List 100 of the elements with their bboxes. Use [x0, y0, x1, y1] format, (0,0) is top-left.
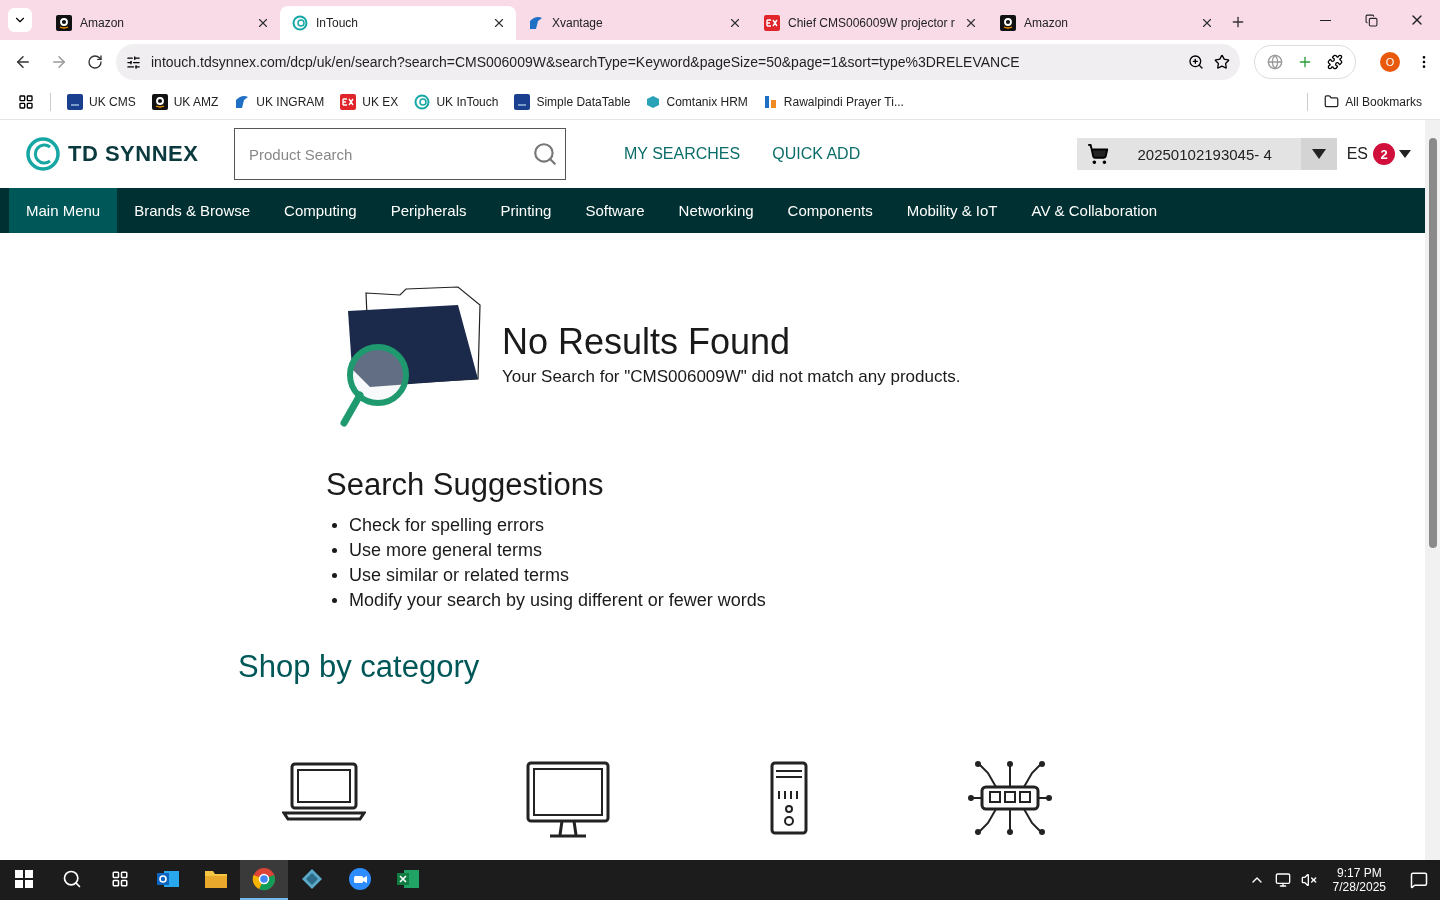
- computer-tower-icon[interactable]: [770, 761, 808, 835]
- suggestion-text: Modify your search by using different or fewer words: [349, 590, 766, 611]
- bullet-icon: [332, 573, 337, 578]
- bookmark-link[interactable]: Rawalpindi Prayer Ti...: [763, 94, 904, 109]
- caret-icon: [1311, 149, 1326, 159]
- notifications-icon[interactable]: [1410, 871, 1428, 889]
- bookmark-link[interactable]: UK INGRAM: [234, 93, 325, 110]
- bookmark-link[interactable]: UK EX: [340, 93, 399, 110]
- minimize-icon: [1319, 19, 1331, 21]
- nav-item[interactable]: Main Menu: [9, 188, 118, 233]
- bookmark-link[interactable]: UK CMS: [67, 93, 136, 110]
- laptop-icon[interactable]: [282, 761, 366, 821]
- bullet-icon: [332, 523, 337, 528]
- no-results-message: Your Search for "CMS006009W" did not match any products.: [502, 367, 961, 387]
- close-icon: [728, 16, 742, 30]
- mute-icon[interactable]: [1300, 872, 1317, 888]
- logo-text: TD SYNNEX: [68, 141, 199, 167]
- monitor-icon[interactable]: [526, 761, 610, 839]
- cart-selector[interactable]: 20250102193045- 4: [1076, 138, 1337, 170]
- close-tab-button[interactable]: [256, 16, 270, 30]
- close-icon: [964, 16, 978, 30]
- cart-dropdown-button[interactable]: [1300, 138, 1337, 170]
- restore-icon: [1364, 13, 1378, 27]
- nav-item[interactable]: Components: [770, 188, 890, 233]
- all-bookmarks-link[interactable]: All Bookmarks: [1324, 94, 1422, 109]
- caret-icon[interactable]: [1399, 150, 1411, 158]
- ex-logo-icon: [340, 93, 357, 110]
- reload-icon: [87, 54, 103, 70]
- browser-tab[interactable]: Chief CMS006009W projector r: [752, 6, 988, 40]
- plus-icon: [1230, 14, 1246, 30]
- folder-icon: [1324, 94, 1340, 109]
- nav-item[interactable]: Peripherals: [373, 188, 484, 233]
- network-switch-icon[interactable]: [968, 761, 1052, 835]
- zoom-icon[interactable]: [1188, 54, 1204, 70]
- bookmark-link[interactable]: UK InTouch: [414, 93, 499, 110]
- product-search-field[interactable]: Product Search: [234, 128, 566, 180]
- nav-item[interactable]: AV & Collaboration: [1014, 188, 1175, 233]
- hexagon-icon: [646, 94, 661, 109]
- browser-tab[interactable]: Xvantage: [516, 6, 752, 40]
- spreadsheet-app-icon: [396, 867, 420, 891]
- notification-badge: 2: [1373, 143, 1395, 165]
- header-link[interactable]: QUICK ADD: [772, 145, 861, 163]
- apps-grid-icon[interactable]: [18, 93, 34, 110]
- nav-item[interactable]: Networking: [661, 188, 771, 233]
- suggestion-text: Check for spelling errors: [349, 515, 545, 536]
- extensions-icon[interactable]: [1327, 54, 1343, 70]
- swoosh-icon: [528, 15, 544, 31]
- close-tab-button[interactable]: [492, 16, 506, 30]
- tab-search-button[interactable]: [8, 8, 32, 32]
- bookmark-link[interactable]: UK AMZ: [151, 93, 219, 110]
- nav-item[interactable]: Mobility & IoT: [889, 188, 1015, 233]
- windows-icon: [15, 870, 33, 888]
- bookmark-link[interactable]: Comtanix HRM: [646, 94, 748, 109]
- language-label[interactable]: ES: [1346, 145, 1368, 163]
- browser-app-icon: [252, 867, 276, 891]
- diamond-app-icon: [300, 867, 324, 891]
- swirl-icon: [292, 15, 308, 31]
- browser-tab[interactable]: Amazon: [44, 6, 280, 40]
- logo-icon: [26, 137, 60, 171]
- profile-avatar[interactable]: O: [1380, 52, 1400, 72]
- clock-time: 9:17 PM: [1336, 866, 1382, 880]
- swirl-icon: [414, 93, 431, 110]
- close-tab-button[interactable]: [964, 16, 978, 30]
- nav-item[interactable]: Computing: [267, 188, 374, 233]
- globe-icon[interactable]: [1267, 54, 1283, 70]
- square-logo-icon: [514, 93, 531, 110]
- search-icon: [62, 869, 82, 889]
- clock-date: 7/28/2025: [1332, 880, 1386, 894]
- close-tab-button[interactable]: [728, 16, 742, 30]
- suggestion-text: Use similar or related terms: [349, 565, 570, 586]
- browser-tab[interactable]: InTouch: [280, 6, 516, 40]
- bullet-icon: [332, 548, 337, 553]
- browser-tab[interactable]: Amazon: [988, 6, 1224, 40]
- bullet-icon: [332, 598, 337, 603]
- search-icon[interactable]: [532, 141, 558, 167]
- folder-app-icon: [204, 868, 228, 890]
- scrollbar[interactable]: [1425, 120, 1440, 860]
- shop-heading: Shop by category: [238, 649, 481, 685]
- close-icon: [1200, 16, 1214, 30]
- bookmark-link[interactable]: Simple DataTable: [514, 93, 631, 110]
- task-view-icon: [111, 870, 129, 888]
- header-link[interactable]: MY SEARCHES: [624, 145, 741, 163]
- nav-item[interactable]: Software: [568, 188, 662, 233]
- forward-arrow-icon: [50, 53, 68, 71]
- video-app-icon: [348, 867, 372, 891]
- close-tab-button[interactable]: [1200, 16, 1214, 30]
- nav-item[interactable]: Brands & Browse: [117, 188, 268, 233]
- nav-item[interactable]: Printing: [483, 188, 569, 233]
- network-icon[interactable]: [1274, 872, 1291, 888]
- cart-icon: [1086, 143, 1109, 165]
- address-bar[interactable]: intouch.tdsynnex.com/dcp/uk/en/search?search=CMS006009W&searchType=Keyword&pageSize=50&page=1&sort=type%3DRELEVANCE: [116, 44, 1240, 80]
- close-icon: [256, 16, 270, 30]
- no-results-title: No Results Found: [502, 321, 792, 363]
- taskbar-app[interactable]: [240, 860, 288, 900]
- square-logo-icon: [67, 93, 83, 110]
- suggestions-heading: Search Suggestions: [326, 467, 605, 503]
- suggestion-text: Use more general terms: [349, 540, 543, 561]
- bookmark-star-icon[interactable]: [1214, 54, 1230, 70]
- figure-icon: [763, 94, 778, 109]
- site-settings-icon[interactable]: [126, 54, 141, 70]
